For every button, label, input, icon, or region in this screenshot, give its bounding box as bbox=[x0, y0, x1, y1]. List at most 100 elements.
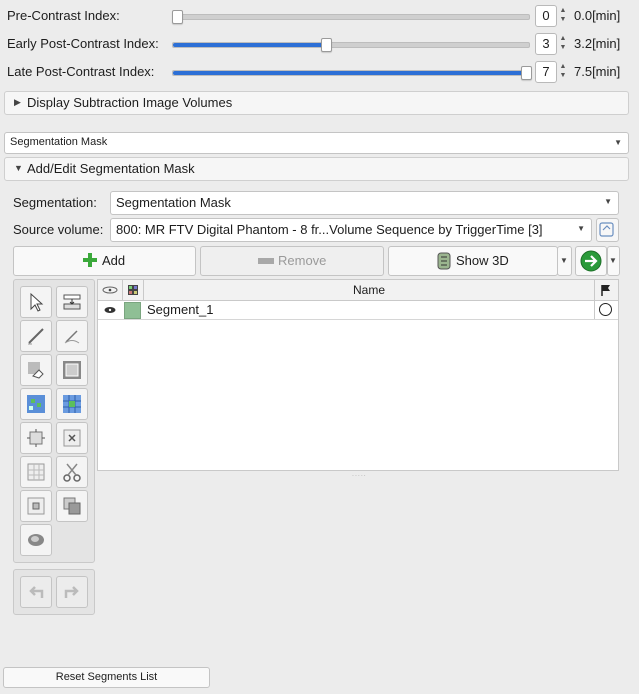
segmentation-mask-combo[interactable]: Segmentation Mask ▼ bbox=[4, 132, 629, 154]
late-contrast-spinbox[interactable]: 7 bbox=[535, 61, 557, 83]
mask-volume-icon bbox=[28, 534, 44, 546]
erase-tool[interactable] bbox=[20, 354, 52, 386]
effect-toolbox bbox=[13, 279, 95, 563]
3d-cube-icon bbox=[437, 252, 451, 270]
remove-segment-button[interactable]: Remove bbox=[200, 246, 384, 276]
hollow-icon bbox=[63, 429, 81, 447]
pencil-icon bbox=[64, 330, 80, 344]
segment-name[interactable]: Segment_1 bbox=[147, 302, 214, 317]
spin-arrows-icon[interactable]: ▲ ▼ bbox=[557, 62, 569, 82]
scissors-tool[interactable] bbox=[56, 456, 88, 488]
expand-arrow-icon: ▶ bbox=[14, 97, 21, 107]
early-contrast-slider[interactable] bbox=[172, 38, 530, 52]
segmentation-label: Segmentation: bbox=[13, 195, 97, 210]
visibility-column-header[interactable] bbox=[98, 280, 123, 300]
undo-redo-group bbox=[13, 569, 95, 615]
minus-icon bbox=[258, 258, 274, 264]
pointer-arrow-icon bbox=[30, 292, 44, 312]
logical-operators-tool[interactable] bbox=[56, 490, 88, 522]
redo-button[interactable] bbox=[56, 576, 88, 608]
color-grid-icon bbox=[128, 285, 138, 295]
flag-icon bbox=[601, 285, 610, 296]
add-segment-button[interactable]: Add bbox=[13, 246, 196, 276]
eraser-icon bbox=[28, 362, 44, 379]
segmentation-selector[interactable]: Segmentation Mask ▼ bbox=[110, 191, 619, 215]
slider-fill bbox=[173, 43, 326, 47]
smoothing-tool[interactable] bbox=[20, 456, 52, 488]
color-column-header[interactable] bbox=[123, 280, 144, 300]
scissors-icon bbox=[63, 463, 81, 482]
show-3d-button[interactable]: Show 3D bbox=[388, 246, 558, 276]
subtraction-section-header[interactable]: ▶ Display Subtraction Image Volumes bbox=[4, 91, 629, 115]
margin-tool[interactable] bbox=[20, 422, 52, 454]
subtraction-section-title: Display Subtraction Image Volumes bbox=[27, 95, 233, 110]
undo-button[interactable] bbox=[20, 576, 52, 608]
grow-from-seeds-tool[interactable] bbox=[20, 388, 52, 420]
slider-thumb[interactable] bbox=[172, 10, 183, 24]
early-contrast-spinbox[interactable]: 3 bbox=[535, 33, 557, 55]
combo-value: Segmentation Mask bbox=[10, 136, 108, 148]
pre-contrast-slider[interactable] bbox=[172, 10, 530, 24]
chevron-down-icon: ▼ bbox=[577, 224, 585, 233]
source-geometry-button[interactable] bbox=[596, 218, 619, 242]
chevron-down-icon: ▼ bbox=[560, 256, 568, 265]
remove-label: Remove bbox=[278, 253, 327, 268]
arrow-right-circle-icon bbox=[580, 250, 602, 272]
late-contrast-label: Late Post-Contrast Index: bbox=[7, 64, 155, 79]
paint-brush-icon bbox=[28, 328, 44, 345]
logical-operators-icon bbox=[63, 497, 81, 515]
islands-tool[interactable] bbox=[20, 490, 52, 522]
threshold-tool[interactable] bbox=[56, 286, 88, 318]
show-3d-label: Show 3D bbox=[456, 253, 509, 268]
geometry-icon bbox=[599, 222, 614, 237]
eye-icon[interactable] bbox=[104, 306, 116, 314]
reset-segments-list-button[interactable]: Reset Segments List bbox=[3, 667, 210, 688]
slider-fill bbox=[173, 71, 529, 75]
go-menu-button[interactable]: ▼ bbox=[607, 246, 620, 276]
mask-volume-tool[interactable] bbox=[20, 524, 52, 556]
chevron-down-icon: ▼ bbox=[614, 138, 622, 147]
add-label: Add bbox=[102, 253, 126, 268]
smoothing-icon bbox=[27, 463, 45, 481]
early-contrast-time: 3.2[min] bbox=[574, 36, 621, 51]
redo-icon bbox=[64, 586, 79, 598]
source-volume-value: 800: MR FTV Digital Phantom - 8 fr...Vol… bbox=[116, 222, 543, 237]
segment-status-indicator[interactable] bbox=[599, 303, 612, 316]
segments-table[interactable]: Name Segment_1 bbox=[97, 279, 619, 471]
level-tracing-icon bbox=[63, 361, 81, 379]
source-volume-selector[interactable]: 800: MR FTV Digital Phantom - 8 fr...Vol… bbox=[110, 218, 592, 242]
slider-thumb[interactable] bbox=[521, 66, 532, 80]
chevron-down-icon: ▼ bbox=[604, 197, 612, 206]
name-column-header[interactable]: Name bbox=[144, 280, 595, 300]
paint-tool[interactable] bbox=[20, 320, 52, 352]
show-3d-menu-button[interactable]: ▼ bbox=[557, 246, 572, 276]
grow-seeds-icon bbox=[27, 395, 45, 413]
source-volume-label: Source volume: bbox=[13, 222, 104, 237]
level-tracing-tool[interactable] bbox=[56, 354, 88, 386]
margin-icon bbox=[27, 429, 45, 447]
hollow-tool[interactable] bbox=[56, 422, 88, 454]
segmentation-value: Segmentation Mask bbox=[116, 195, 231, 210]
add-edit-section-title: Add/Edit Segmentation Mask bbox=[27, 161, 195, 176]
go-button[interactable] bbox=[575, 246, 607, 276]
pre-contrast-spinbox[interactable]: 0 bbox=[535, 5, 557, 27]
late-contrast-time: 7.5[min] bbox=[574, 64, 621, 79]
spin-arrows-icon[interactable]: ▲ ▼ bbox=[557, 34, 569, 54]
threshold-icon bbox=[63, 294, 81, 310]
table-row[interactable]: Segment_1 bbox=[98, 301, 618, 320]
slider-thumb[interactable] bbox=[321, 38, 332, 52]
status-column-header[interactable] bbox=[595, 280, 617, 300]
resize-handle-icon[interactable]: ..... bbox=[352, 471, 367, 478]
early-contrast-label: Early Post-Contrast Index: bbox=[7, 36, 159, 51]
segment-color-swatch[interactable] bbox=[124, 302, 141, 319]
add-edit-section-header[interactable]: ▼ Add/Edit Segmentation Mask bbox=[4, 157, 629, 181]
fill-between-slices-tool[interactable] bbox=[56, 388, 88, 420]
fill-slices-icon bbox=[63, 395, 81, 413]
islands-icon bbox=[27, 497, 45, 515]
spin-arrows-icon[interactable]: ▲ ▼ bbox=[557, 6, 569, 26]
column-divider bbox=[594, 301, 595, 319]
draw-tool[interactable] bbox=[56, 320, 88, 352]
no-editing-tool[interactable] bbox=[20, 286, 52, 318]
late-contrast-slider[interactable] bbox=[172, 66, 532, 80]
pre-contrast-label: Pre-Contrast Index: bbox=[7, 8, 120, 23]
